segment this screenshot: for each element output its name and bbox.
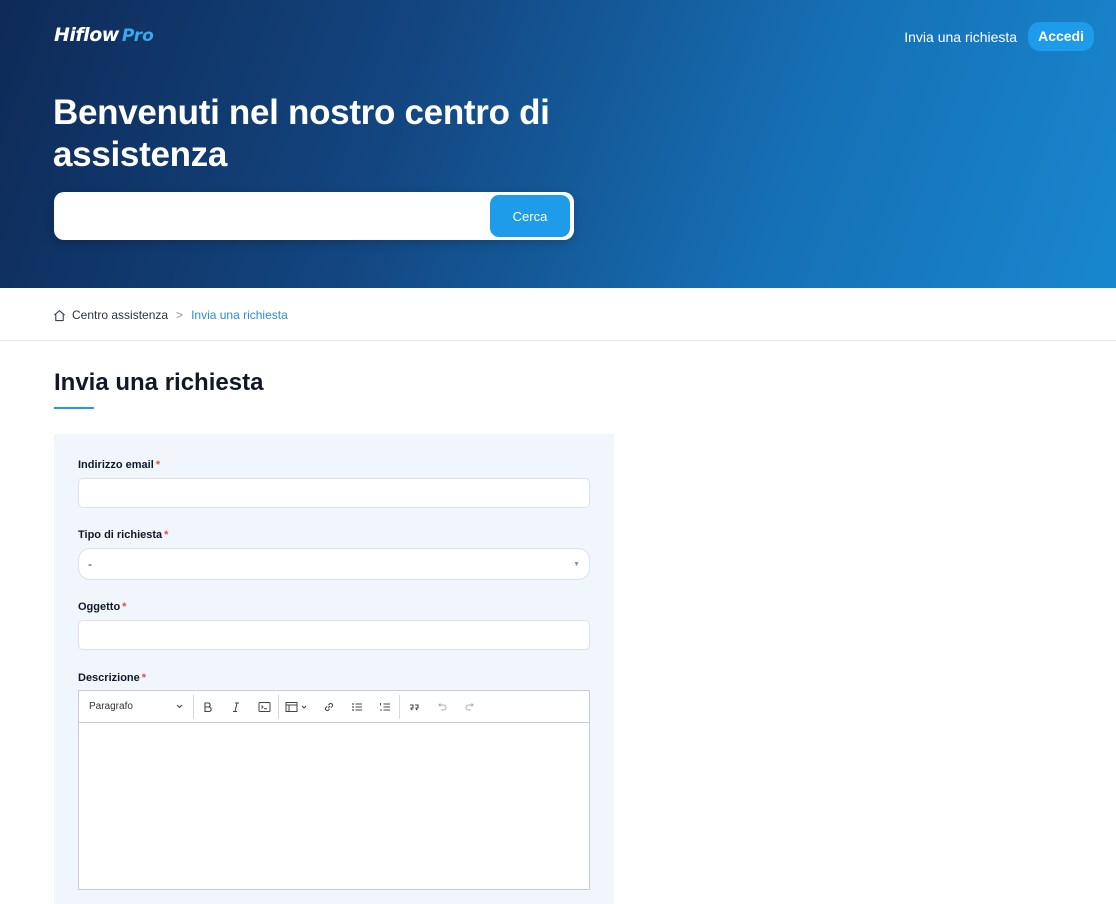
home-icon[interactable] [53,309,66,322]
numbered-list-icon[interactable] [372,694,398,720]
chevron-right-icon: > [176,308,184,322]
logo[interactable]: Hiflow Pro [54,24,154,48]
request-type-label-text: Tipo di richiesta [78,529,163,541]
request-type-value: - [88,557,92,571]
description-label: Descrizione * [78,672,146,684]
login-button[interactable]: Accedi [1028,22,1094,51]
request-form: Indirizzo email * Tipo di richiesta * - ▼ … [54,434,614,904]
logo-brand: Hiflow [54,24,119,46]
required-mark: * [122,601,127,613]
required-mark: * [141,672,147,684]
required-mark: * [164,529,169,541]
email-label-text: Indirizzo email [78,459,154,471]
hero-banner: Hiflow Pro Invia una richiesta Accedi Be… [0,0,1116,288]
bulleted-list-icon[interactable] [344,694,370,720]
page-title: Invia una richiesta [54,369,264,396]
toolbar-separator [399,694,400,719]
title-underline [54,407,94,409]
subject-label: Oggetto * [78,601,126,613]
request-type-select[interactable]: - ▼ [78,548,590,580]
description-label-text: Descrizione [78,672,140,684]
blockquote-icon[interactable] [401,694,427,720]
bold-icon[interactable] [195,694,221,720]
caret-down-icon: ▼ [573,560,580,568]
chevron-down-icon [176,704,183,709]
toolbar-separator [193,694,194,719]
insert-image-icon[interactable] [280,694,314,720]
breadcrumb-home[interactable]: Centro assistenza [72,308,168,322]
paragraph-format-label: Paragrafo [89,701,133,712]
email-label: Indirizzo email * [78,459,160,471]
description-editor: Paragrafo [78,690,590,890]
subject-field[interactable] [78,620,590,650]
italic-icon[interactable] [223,694,249,720]
request-type-label: Tipo di richiesta * [78,529,168,541]
redo-icon[interactable] [457,694,483,720]
required-mark: * [155,459,161,471]
paragraph-format-dropdown[interactable]: Paragrafo [79,691,193,723]
search-button[interactable]: Cerca [490,195,570,237]
logo-suffix: Pro [121,26,154,46]
section-divider [0,340,1116,341]
search-input[interactable] [68,200,478,232]
breadcrumb: Centro assistenza > Invia una richiesta [53,306,288,324]
hero-title: Benvenuti nel nostro centro di assistenz… [53,93,550,174]
description-text-area[interactable] [79,723,589,889]
search-box: Cerca [54,192,574,240]
editor-toolbar: Paragrafo [79,691,589,723]
subject-label-text: Oggetto [78,601,121,613]
undo-icon[interactable] [429,694,455,720]
toolbar-separator [278,694,279,719]
link-icon[interactable] [316,694,342,720]
email-field[interactable] [78,478,590,508]
code-block-icon[interactable] [251,694,277,720]
breadcrumb-current[interactable]: Invia una richiesta [191,308,288,322]
top-nav: Invia una richiesta Accedi [904,22,1094,51]
nav-link-submit-request[interactable]: Invia una richiesta [904,29,1017,45]
